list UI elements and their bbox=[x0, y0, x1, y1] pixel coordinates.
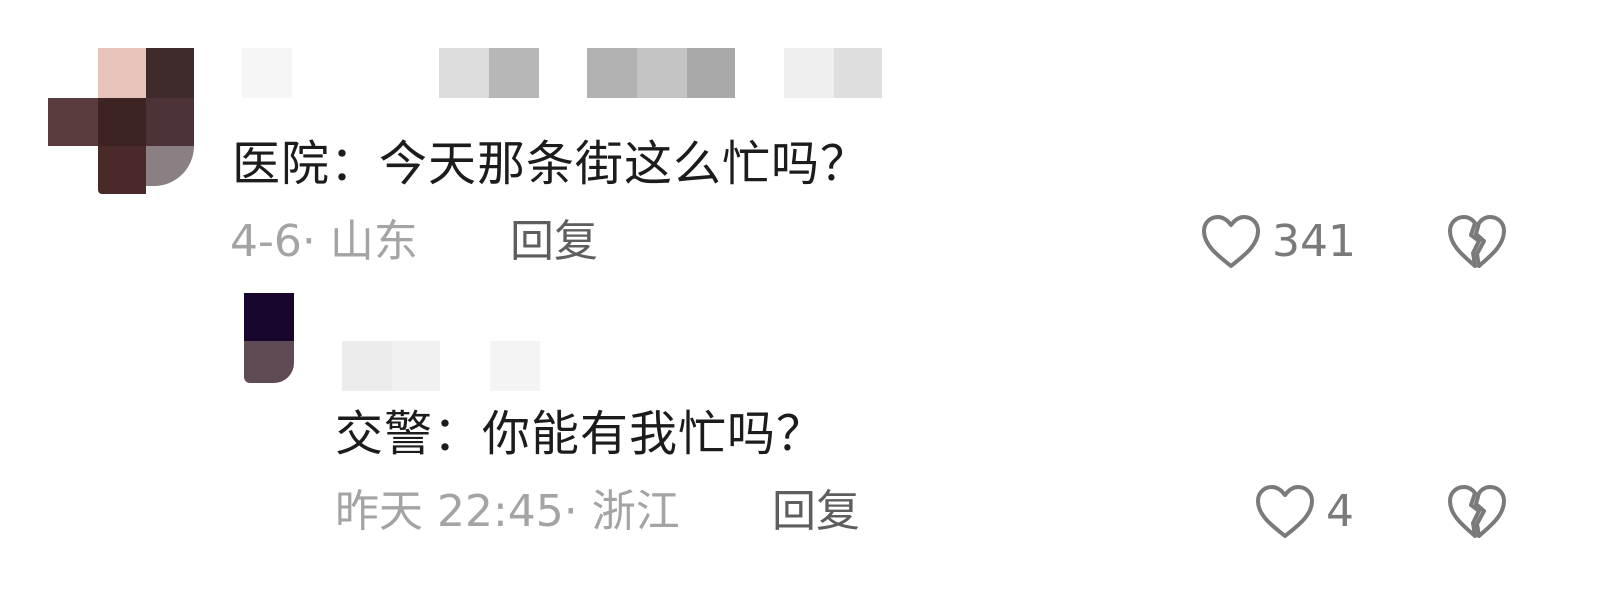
comment-text: 医院：今天那条街这么忙吗？ bbox=[232, 136, 870, 192]
heart-outline-icon bbox=[1254, 483, 1316, 541]
user-avatar[interactable] bbox=[48, 48, 196, 196]
like-button[interactable]: 4 bbox=[1254, 483, 1354, 541]
reply-button[interactable]: 回复 bbox=[510, 214, 598, 270]
like-count: 341 bbox=[1272, 216, 1356, 267]
comment-meta: 昨天 22:45· 浙江 bbox=[335, 486, 680, 537]
username-blurred[interactable] bbox=[342, 341, 552, 393]
broken-heart-icon bbox=[1446, 215, 1508, 275]
comment-text: 交警：你能有我忙吗？ bbox=[335, 406, 826, 462]
broken-heart-icon bbox=[1446, 485, 1508, 545]
dislike-button[interactable] bbox=[1446, 213, 1508, 275]
reply-button[interactable]: 回复 bbox=[772, 484, 860, 540]
heart-outline-icon bbox=[1200, 213, 1262, 271]
like-button[interactable]: 341 bbox=[1200, 213, 1356, 271]
comment-meta: 4-6· 山东 bbox=[230, 216, 418, 267]
username-blurred[interactable] bbox=[242, 48, 942, 100]
user-avatar[interactable] bbox=[244, 293, 294, 389]
dislike-button[interactable] bbox=[1446, 483, 1508, 545]
like-count: 4 bbox=[1326, 486, 1354, 537]
